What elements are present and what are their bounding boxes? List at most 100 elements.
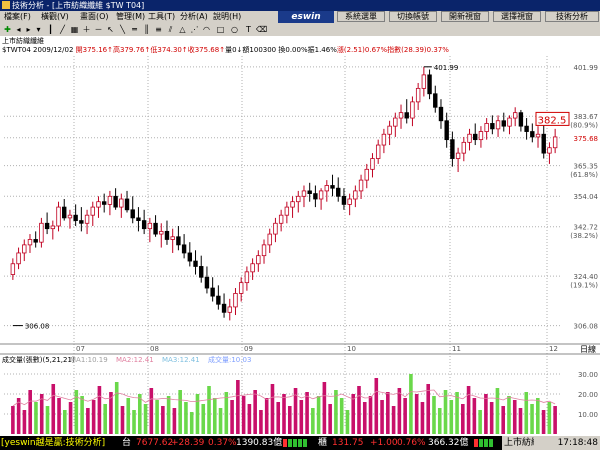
horizontal-line-icon[interactable]: ═ [130, 25, 139, 34]
candle-body [307, 190, 312, 195]
volume-bar [282, 394, 286, 434]
volume-bar [218, 408, 223, 434]
volume-bar [541, 410, 546, 434]
volume-bar [489, 402, 494, 434]
text-icon[interactable]: T [244, 25, 253, 34]
volume-bar [305, 392, 309, 434]
zoom-in-icon[interactable]: ＋ [82, 25, 91, 34]
candle-body [421, 74, 427, 89]
volume-bar [426, 384, 431, 434]
volume-bar [143, 404, 148, 434]
arrow-right-icon[interactable]: ▸ [24, 25, 33, 34]
volume-bar [478, 410, 482, 434]
candle-body [415, 87, 421, 103]
select-window-button[interactable]: 選擇視窗 [493, 11, 541, 22]
candle-body [39, 222, 44, 243]
quote-field: 量0↓ [225, 46, 243, 54]
vertical-lines-icon[interactable]: ║ [142, 25, 151, 34]
menu-file[interactable]: 檔案(F) [4, 11, 31, 23]
volume-ma-label: 成交量:10.03 [208, 355, 251, 364]
candle-body [199, 266, 204, 278]
volume-bar [120, 406, 125, 434]
candle-body [547, 147, 552, 154]
quote-field: $TWT04 2009/12/02 [2, 46, 76, 54]
candle-body [216, 295, 221, 305]
volume-bar [495, 388, 500, 434]
new-window-button[interactable]: 開新視窗 [441, 11, 489, 22]
add-icon[interactable]: ✚ [3, 25, 12, 34]
volume-bar [103, 404, 107, 434]
volume-bar [437, 408, 442, 434]
tech-analysis-button[interactable]: 技術分析 [545, 11, 599, 22]
arc-icon[interactable]: ◠ [202, 25, 211, 34]
zoom-out-icon[interactable]: － [94, 25, 103, 34]
candle-body [501, 120, 506, 127]
candle-body [244, 271, 250, 284]
menu-manage[interactable]: 管理(M) [116, 11, 145, 23]
candle-body [398, 112, 404, 119]
candle-body [296, 195, 301, 203]
menu-bar: 檔案(F) 橫觀(V) 畫面(O) 管理(M) 工具(T) 分析(A) 說明(H… [0, 11, 600, 23]
volume-bar [149, 388, 154, 434]
volume-bar [178, 390, 182, 434]
volume-bar [126, 398, 131, 434]
triangle-icon[interactable]: △ [178, 25, 187, 34]
volume-bar [51, 384, 56, 434]
ellipse-icon[interactable]: ○ [230, 25, 239, 34]
menu-view[interactable]: 橫觀(V) [41, 11, 69, 23]
quote-summary: $TWT04 2009/12/02 開375.16↑高379.76↑低374.3… [2, 46, 449, 55]
volume-bar [368, 396, 373, 434]
toolbar: ✚ ◂ ▸ ▾ ┃ ╱ ▦ ＋ － ↖ ╲ ═ ║ ≡ ⫽ △ ⋰ ◠ □ ○ … [0, 23, 600, 37]
volume-bar [39, 394, 44, 434]
candle-body [176, 236, 181, 246]
candle-body [67, 214, 73, 219]
pointer-icon[interactable]: ↖ [106, 25, 115, 34]
candle-body [210, 287, 215, 297]
candle-body [62, 206, 67, 219]
volume-bar [224, 392, 229, 434]
candle-body [393, 117, 398, 127]
bar-type-icon[interactable]: ┃ [46, 25, 55, 34]
twse-change: +28.39 [171, 438, 205, 448]
system-menu-button[interactable]: 系統選單 [337, 11, 385, 22]
volume-bar [299, 400, 304, 434]
volume-bar [236, 380, 240, 434]
volume-bar [189, 412, 194, 434]
volume-bar [443, 390, 448, 434]
volume-bar [351, 394, 356, 434]
volume-bar [512, 400, 517, 434]
price-axis-label: 401.99 [574, 64, 599, 72]
fan-icon[interactable]: ⋰ [190, 25, 199, 34]
candle-body [44, 222, 50, 230]
candle-body [159, 230, 164, 235]
line-icon[interactable]: ╱ [58, 25, 67, 34]
candle-body [461, 141, 467, 154]
switch-account-button[interactable]: 切換帳號 [389, 11, 437, 22]
arrow-left-icon[interactable]: ◂ [14, 25, 23, 34]
volume-bar [80, 396, 84, 434]
x-axis-label: 09 [244, 345, 253, 353]
menu-screen[interactable]: 畫面(O) [80, 11, 109, 23]
eraser-icon[interactable]: ⌫ [256, 25, 267, 34]
fib-icon[interactable]: ≡ [154, 25, 163, 34]
menu-analysis[interactable]: 分析(A) [180, 11, 208, 23]
dropdown-icon[interactable]: ▾ [34, 25, 43, 34]
menu-tools[interactable]: 工具(T) [148, 11, 175, 23]
high-label: 401.99 [434, 64, 459, 72]
brand-label: [yeswin越是贏:技術分析] [1, 438, 106, 448]
candle-body [552, 136, 558, 149]
channel-icon[interactable]: ⫽ [166, 25, 175, 34]
rectangle-icon[interactable]: □ [216, 25, 225, 34]
price-axis-label: 342.72 [574, 224, 599, 232]
volume-bar [28, 390, 32, 434]
twse-volume-bars [283, 439, 307, 447]
menu-help[interactable]: 說明(H) [213, 11, 241, 23]
volume-bar [172, 408, 177, 434]
draw-line-icon[interactable]: ╲ [118, 25, 127, 34]
price-volume-chart[interactable]: 401.99 383.67(80.9%) 375.68 365.35(61.8%) 35… [0, 56, 600, 436]
candle-body [512, 112, 518, 119]
otc-pct: 0.76% [397, 438, 426, 448]
grid-icon[interactable]: ▦ [70, 25, 79, 34]
volume-title: 成交量(張數)(5,21,21) [2, 355, 75, 364]
candle-body [375, 144, 381, 159]
